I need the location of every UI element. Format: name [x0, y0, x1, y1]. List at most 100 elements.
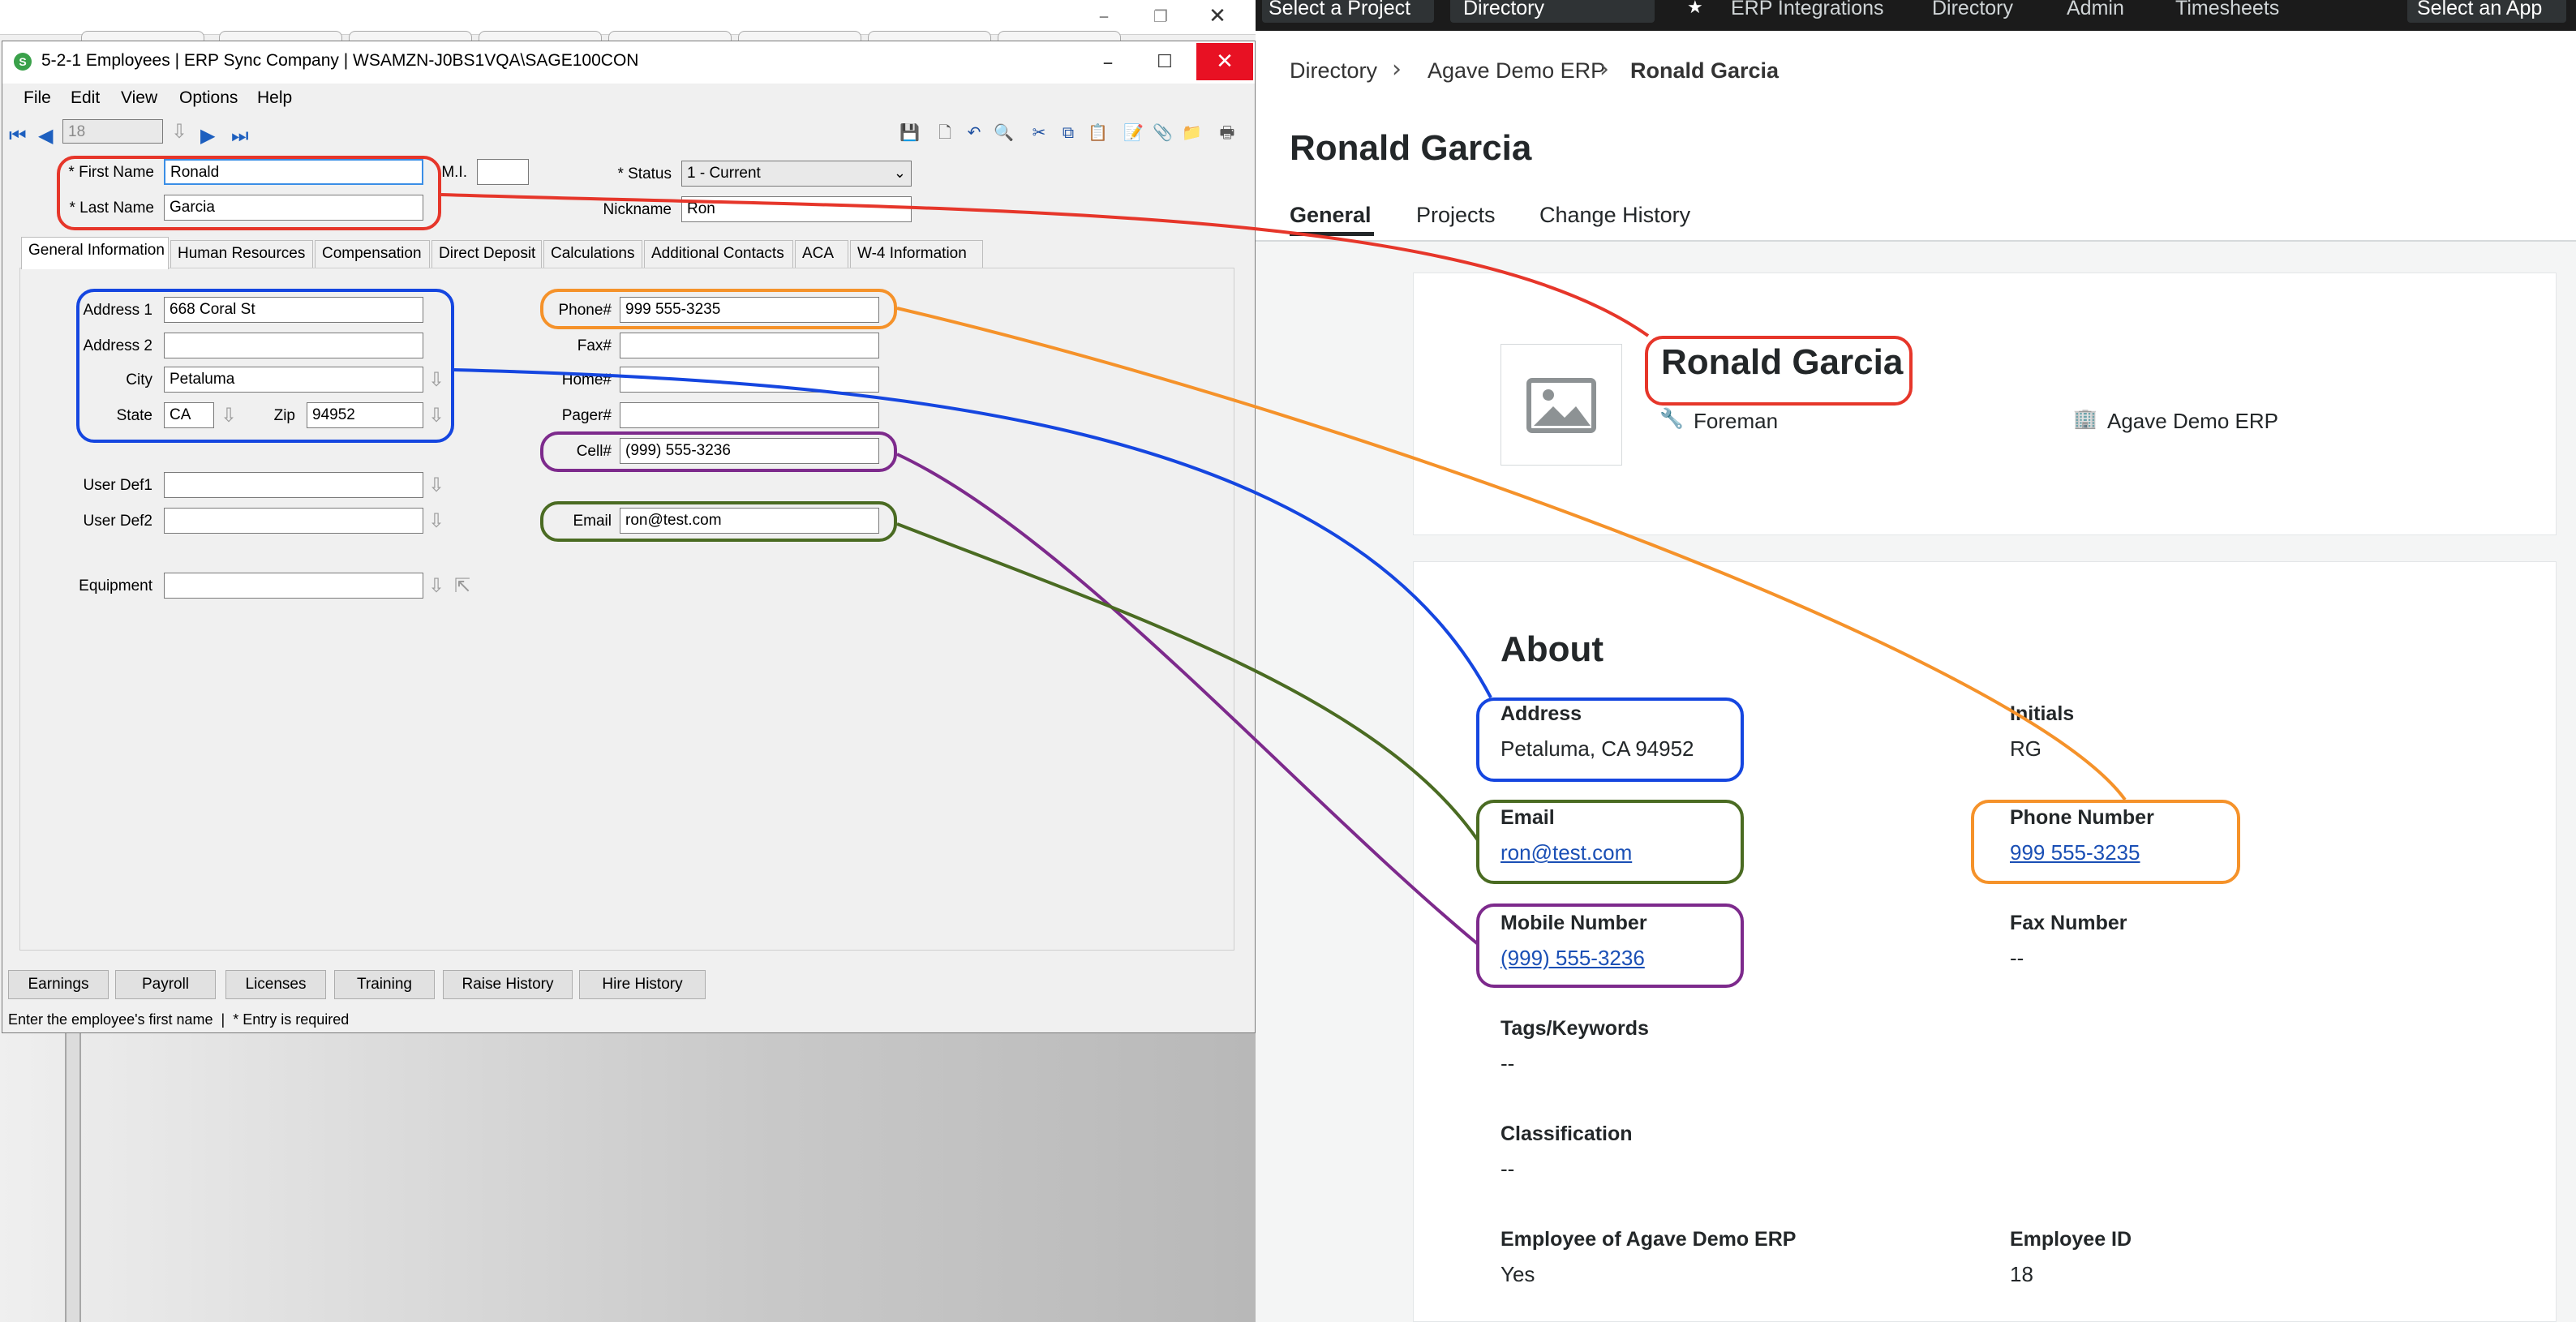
nickname-input[interactable]: Ron — [681, 196, 912, 222]
print-icon[interactable]: 🖶 — [1217, 122, 1237, 142]
fax-input[interactable] — [620, 333, 879, 358]
user-def1-input[interactable] — [164, 472, 423, 498]
record-number-field[interactable]: 18 — [62, 119, 163, 144]
tab-general-information[interactable]: General Information — [21, 237, 169, 269]
earnings-button[interactable]: Earnings — [8, 970, 109, 999]
pager-input[interactable] — [620, 402, 879, 428]
menu-options[interactable]: Options — [179, 88, 238, 108]
city-lookup-icon[interactable]: ⇩ — [427, 368, 446, 391]
tags-keywords-value: -- — [1501, 1051, 1515, 1075]
employee-name: Ronald Garcia — [1661, 342, 1904, 382]
tab-human-resources[interactable]: Human Resources — [170, 240, 313, 268]
close-icon[interactable]: ✕ — [1197, 0, 1238, 32]
sage-app-icon: S — [14, 53, 32, 71]
tab-change-history[interactable]: Change History — [1539, 203, 1690, 228]
zip-lookup-icon[interactable]: ⇩ — [427, 404, 446, 427]
cell-label: Cell# — [576, 443, 612, 460]
nav-directory[interactable]: Directory — [1932, 0, 2013, 24]
copy-icon[interactable]: ⧉ — [1058, 122, 1078, 142]
tab-compensation[interactable]: Compensation — [315, 240, 430, 268]
folder-icon[interactable]: 📁 — [1182, 122, 1202, 142]
email-input[interactable]: ron@test.com — [620, 508, 879, 534]
equipment-drilldown-icon[interactable]: ⇱ — [453, 574, 472, 597]
state-input[interactable]: CA — [164, 402, 214, 428]
hire-history-button[interactable]: Hire History — [579, 970, 706, 999]
tab-projects[interactable]: Projects — [1416, 203, 1496, 228]
paste-icon[interactable]: 📋 — [1088, 122, 1108, 142]
minimize-icon[interactable]: – — [1084, 0, 1124, 32]
tab-w4-information[interactable]: W-4 Information — [850, 240, 983, 268]
middle-initial-input[interactable] — [477, 159, 529, 185]
city-input[interactable]: Petaluma — [164, 367, 423, 393]
avatar — [1501, 344, 1622, 466]
home-phone-input[interactable] — [620, 367, 879, 393]
phone-number-link[interactable]: 999 555-3235 — [2010, 840, 2140, 865]
user-def1-label: User Def1 — [83, 477, 152, 494]
minimize-icon[interactable]: – — [1088, 46, 1128, 79]
user-def1-lookup-icon[interactable]: ⇩ — [427, 474, 446, 496]
undo-icon[interactable]: ↶ — [964, 122, 984, 142]
menu-edit[interactable]: Edit — [71, 88, 100, 108]
window-title: 5-2-1 Employees | ERP Sync Company | WSA… — [41, 51, 639, 70]
tab-general[interactable]: General — [1290, 203, 1372, 228]
attachment-icon[interactable]: 📎 — [1153, 122, 1173, 142]
notes-icon[interactable]: 📝 — [1123, 122, 1144, 142]
phone-input[interactable]: 999 555-3235 — [620, 297, 879, 323]
licenses-button[interactable]: Licenses — [225, 970, 326, 999]
mobile-number-link[interactable]: (999) 555-3236 — [1501, 946, 1645, 971]
tab-aca[interactable]: ACA — [795, 240, 848, 268]
email-link[interactable]: ron@test.com — [1501, 840, 1632, 865]
menu-file[interactable]: File — [24, 88, 51, 108]
last-record-icon[interactable]: ⏭ — [231, 122, 249, 149]
pager-label: Pager# — [561, 407, 612, 424]
raise-history-button[interactable]: Raise History — [443, 970, 573, 999]
address1-input[interactable]: 668 Coral St — [164, 297, 423, 323]
next-record-icon[interactable]: ▶ — [200, 122, 215, 149]
classification-value: -- — [1501, 1157, 1515, 1181]
email-label: Email — [1501, 806, 1555, 829]
close-icon[interactable]: ✕ — [1196, 43, 1253, 80]
find-icon[interactable]: 🔍 — [994, 122, 1014, 142]
nav-timesheets[interactable]: Timesheets — [2175, 0, 2279, 24]
new-record-icon[interactable]: 🗋 — [935, 122, 955, 142]
user-def2-input[interactable] — [164, 508, 423, 534]
equipment-lookup-icon[interactable]: ⇩ — [427, 574, 446, 597]
previous-record-icon[interactable]: ◀ — [38, 122, 53, 149]
nav-admin[interactable]: Admin — [2067, 0, 2124, 24]
zip-input[interactable]: 94952 — [307, 402, 423, 428]
maximize-icon[interactable]: ☐ — [1144, 46, 1185, 79]
breadcrumb-agave-demo-erp[interactable]: Agave Demo ERP — [1428, 58, 1605, 84]
first-record-icon[interactable]: ⏮ — [9, 122, 27, 149]
menu-help[interactable]: Help — [257, 88, 292, 108]
user-def2-lookup-icon[interactable]: ⇩ — [427, 509, 446, 532]
tags-keywords-label: Tags/Keywords — [1501, 1017, 1649, 1040]
cut-icon[interactable]: ✂ — [1029, 122, 1049, 142]
tab-calculations[interactable]: Calculations — [543, 240, 642, 268]
training-button[interactable]: Training — [334, 970, 435, 999]
project-select-label: Select a Project — [1269, 0, 1411, 19]
breadcrumb-directory[interactable]: Directory — [1290, 58, 1377, 84]
first-name-input[interactable]: Ronald — [164, 159, 423, 185]
desktop-area: – ❐ ✕ S 5-2-1 Employees | ERP Sync Compa… — [0, 0, 1256, 1322]
phone-label: Phone# — [558, 302, 612, 319]
payroll-button[interactable]: Payroll — [115, 970, 216, 999]
save-icon[interactable]: 💾 — [899, 122, 920, 142]
status-bar: Enter the employee's first name | * Entr… — [8, 1011, 350, 1028]
app-select-label: Select an App — [2417, 0, 2543, 19]
status-select[interactable]: 1 - Current ⌄ — [681, 161, 912, 187]
nav-erp-integrations[interactable]: ERP Integrations — [1731, 0, 1884, 24]
restore-icon[interactable]: ❐ — [1140, 0, 1181, 32]
star-icon[interactable]: ★ — [1687, 0, 1703, 24]
last-name-input[interactable]: Garcia — [164, 195, 423, 221]
address2-input[interactable] — [164, 333, 423, 358]
tab-additional-contacts[interactable]: Additional Contacts — [644, 240, 793, 268]
classification-label: Classification — [1501, 1122, 1633, 1145]
tab-direct-deposit[interactable]: Direct Deposit — [431, 240, 542, 268]
equipment-input[interactable] — [164, 573, 423, 599]
breadcrumb-current: Ronald Garcia — [1630, 58, 1780, 83]
cell-input[interactable]: (999) 555-3236 — [620, 438, 879, 464]
mobile-number-label: Mobile Number — [1501, 912, 1647, 934]
lookup-arrow-icon[interactable]: ⇩ — [170, 120, 189, 143]
state-lookup-icon[interactable]: ⇩ — [219, 404, 238, 427]
menu-view[interactable]: View — [121, 88, 157, 108]
